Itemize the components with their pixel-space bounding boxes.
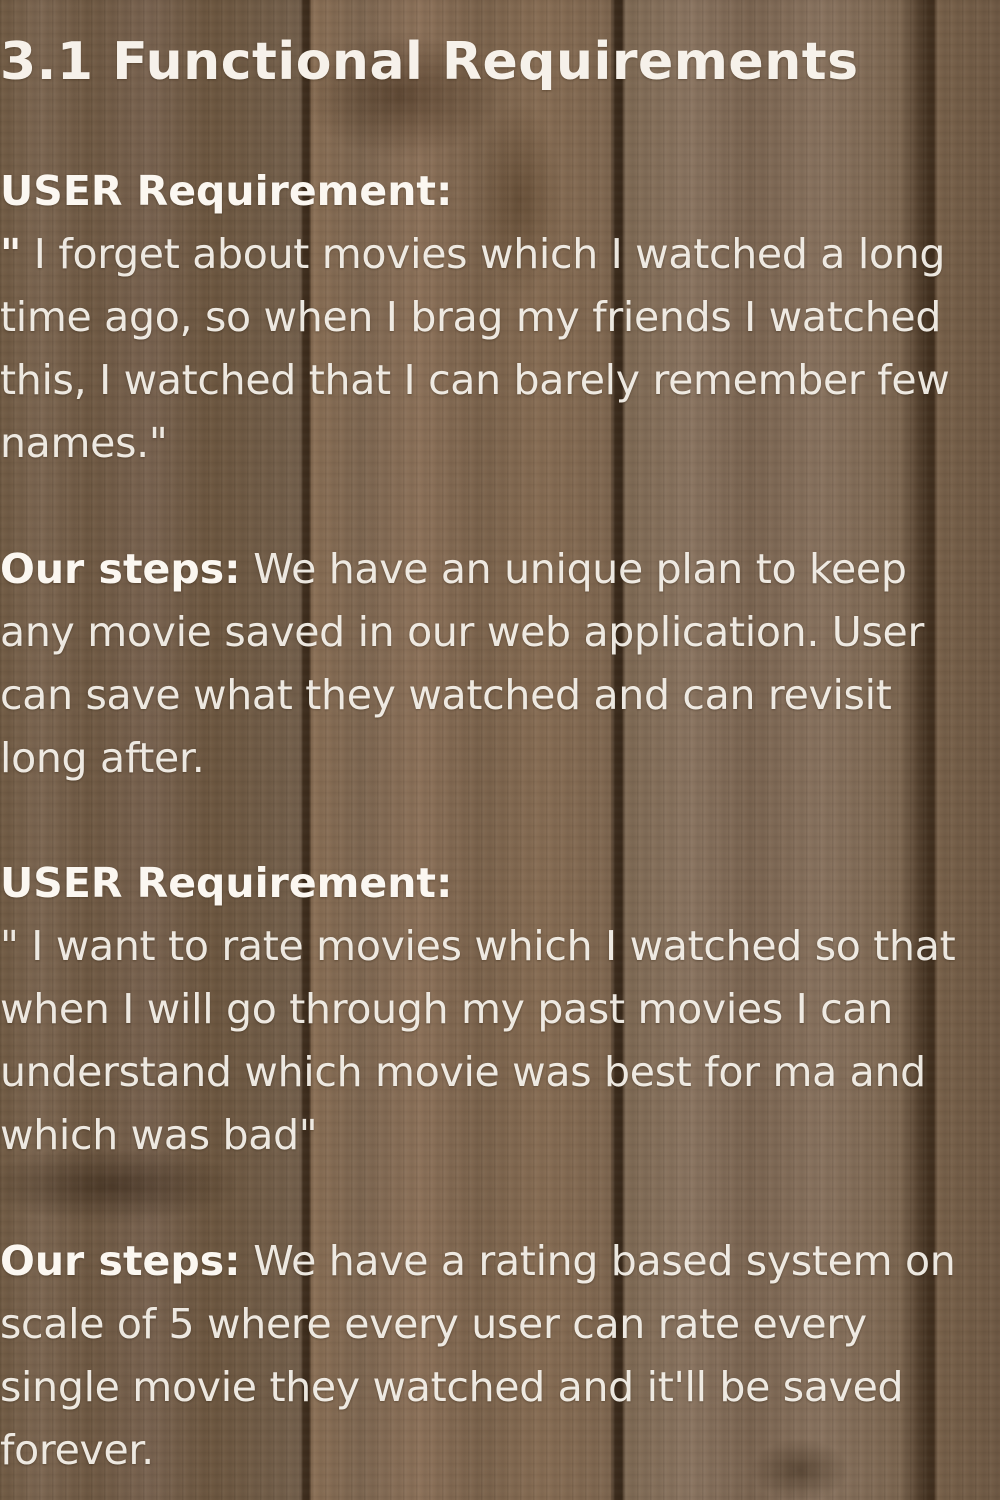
our-steps-label: Our steps:	[0, 545, 241, 593]
user-requirement-quote: " I want to rate movies which I watched …	[0, 922, 956, 1159]
user-requirement-heading: USER Requirement:	[0, 167, 453, 215]
our-steps-label: Our steps:	[0, 1237, 241, 1285]
our-steps-2: Our steps: We have a rating based system…	[0, 1230, 990, 1482]
our-steps-1: Our steps: We have an unique plan to kee…	[0, 538, 990, 790]
user-requirement-heading: USER Requirement:	[0, 859, 453, 907]
user-requirement-2: USER Requirement: " I want to rate movie…	[0, 852, 990, 1167]
user-requirement-1: USER Requirement: " I forget about movie…	[0, 160, 990, 475]
opening-quote-mark: "	[0, 230, 22, 278]
user-requirement-text: " I forget about movies which I watched …	[0, 223, 990, 475]
page-title: 3.1 Functional Requirements	[0, 32, 859, 92]
user-requirement-quote: I forget about movies which I watched a …	[0, 230, 950, 467]
